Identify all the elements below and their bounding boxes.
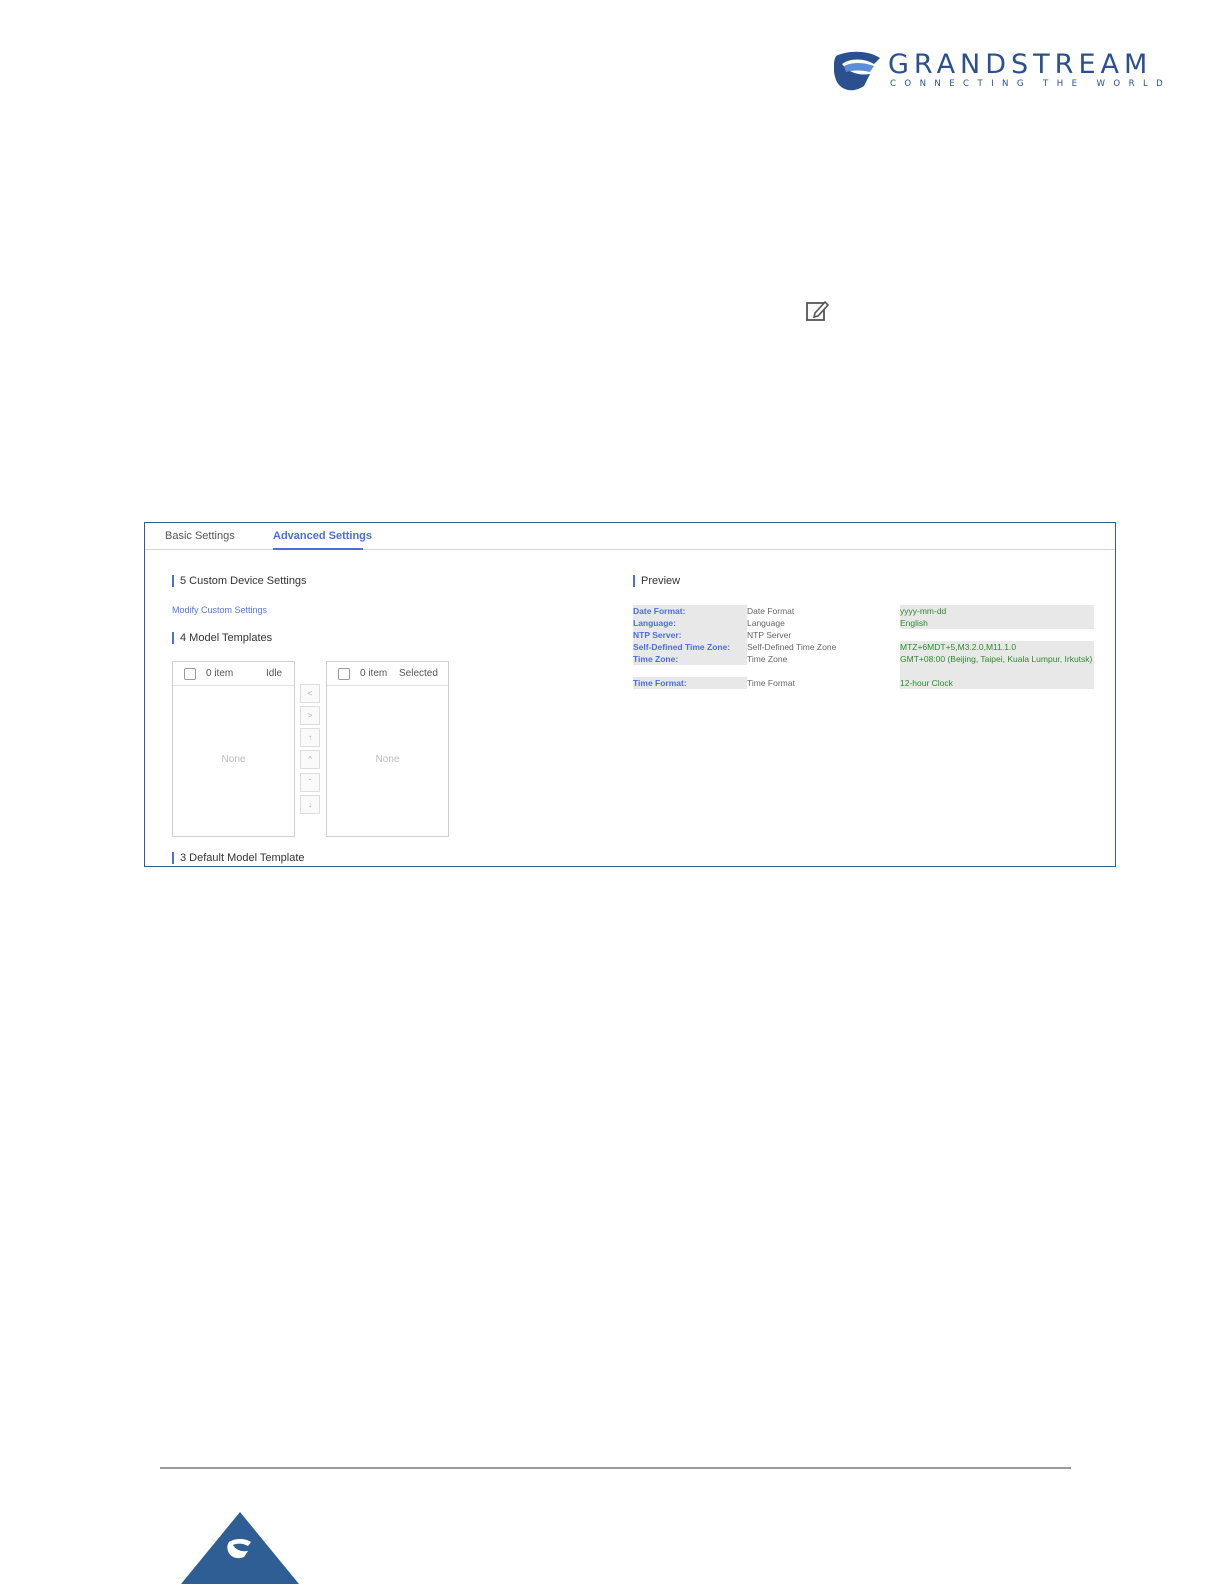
move-up-button[interactable]: ^ (300, 750, 320, 769)
preview-label: Time Format: (633, 677, 747, 689)
preview-label: Language: (633, 617, 747, 629)
default-model-template-title: 3 Default Model Template (172, 852, 305, 864)
idle-item-count: 0 item (206, 668, 234, 679)
preview-name: Language (747, 618, 785, 628)
move-top-button[interactable]: ↑ (300, 728, 320, 747)
selected-empty-text: None (375, 754, 400, 765)
preview-value: English (900, 617, 1094, 629)
idle-empty-text: None (221, 754, 246, 765)
preview-row-time-format: Time Format: Time Format 12-hour Clock (633, 677, 1094, 689)
move-right-button[interactable]: > (300, 706, 320, 725)
preview-name: Time Zone (747, 654, 788, 664)
preview-label: Date Format: (633, 605, 747, 617)
tab-advanced-settings[interactable]: Advanced Settings (273, 530, 372, 542)
custom-device-settings-title: 5 Custom Device Settings (172, 575, 307, 587)
selected-list-header: 0 item Selected (327, 662, 448, 686)
preview-label: Time Zone: (633, 653, 747, 665)
preview-value (900, 629, 1094, 641)
selected-select-all-checkbox[interactable] (338, 668, 350, 680)
preview-name: NTP Server (747, 630, 792, 640)
brand-tagline: CONNECTING THE WORLD (890, 79, 1172, 89)
advanced-settings-panel: Basic Settings Advanced Settings 5 Custo… (144, 522, 1116, 867)
preview-label: Self-Defined Time Zone: (633, 641, 747, 653)
selected-list-label: Selected (399, 668, 438, 679)
grandstream-logo: GRANDSTREAM CONNECTING THE WORLD (834, 49, 1163, 94)
active-tab-indicator (273, 548, 363, 550)
tab-bar: Basic Settings Advanced Settings (145, 523, 1115, 550)
preview-label: NTP Server: (633, 629, 747, 641)
selected-template-list: 0 item Selected None (326, 661, 449, 837)
preview-row-ntp-server: NTP Server: NTP Server (633, 629, 1094, 641)
edit-icon (804, 298, 830, 324)
preview-title: Preview (633, 575, 680, 587)
move-bottom-button[interactable]: ↓ (300, 795, 320, 814)
footer-divider (160, 1467, 1071, 1469)
idle-select-all-checkbox[interactable] (184, 668, 196, 680)
preview-name: Time Format (747, 678, 795, 688)
modify-custom-settings-link[interactable]: Modify Custom Settings (172, 605, 267, 615)
preview-value: MTZ+6MDT+5,M3.2.0,M11.1.0 (900, 641, 1094, 653)
move-down-button[interactable]: ˇ (300, 773, 320, 792)
idle-list-label: Idle (266, 668, 283, 679)
idle-list-header: 0 item Idle (173, 662, 294, 686)
preview-row-time-zone: Time Zone: Time Zone GMT+08:00 (Beijing,… (633, 653, 1094, 677)
preview-name: Date Format (747, 606, 795, 616)
preview-row-self-defined-time-zone: Self-Defined Time Zone: Self-Defined Tim… (633, 641, 1094, 653)
selected-item-count: 0 item (360, 668, 388, 679)
preview-value: yyyy-mm-dd (900, 605, 1094, 617)
preview-row-date-format: Date Format: Date Format yyyy-mm-dd (633, 605, 1094, 617)
model-templates-title: 4 Model Templates (172, 632, 272, 644)
footer-logo-icon (181, 1512, 299, 1589)
brand-name: GRANDSTREAM (888, 49, 1153, 80)
preview-value: 12-hour Clock (900, 677, 1094, 689)
preview-name: Self-Defined Time Zone (747, 642, 837, 652)
tab-basic-settings[interactable]: Basic Settings (165, 530, 235, 542)
grandstream-logo-icon (834, 51, 880, 91)
preview-value: GMT+08:00 (Beijing, Taipei, Kuala Lumpur… (900, 653, 1094, 677)
move-left-button[interactable]: < (300, 684, 320, 703)
idle-template-list: 0 item Idle None (172, 661, 295, 837)
preview-row-language: Language: Language English (633, 617, 1094, 629)
